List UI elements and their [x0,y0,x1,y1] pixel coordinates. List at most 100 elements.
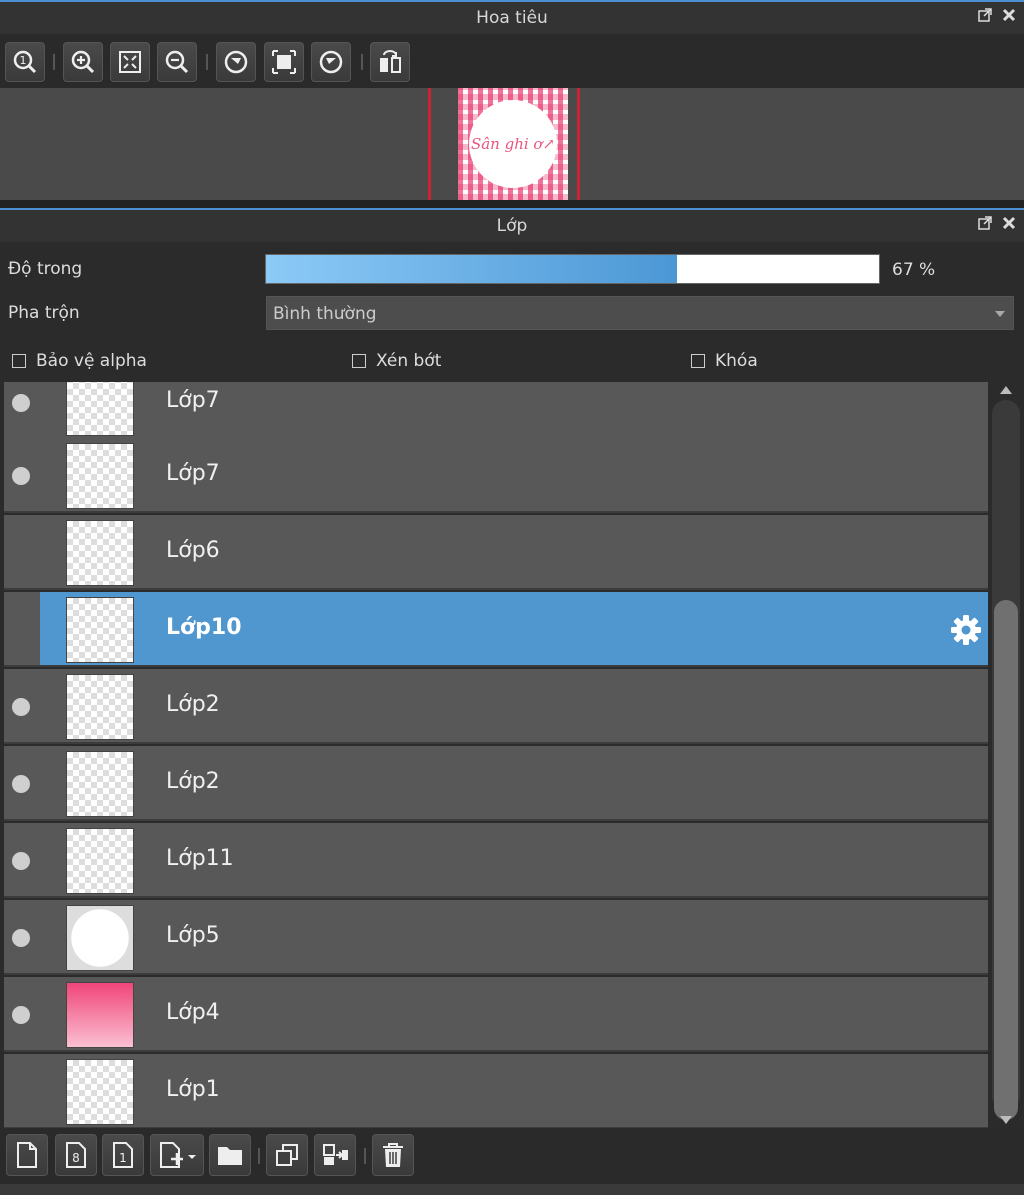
zoom-out-button[interactable] [157,42,197,82]
navigator-thumbnail: Sân ghi ơ↗ [458,88,568,200]
navigator-header: Hoa tiêu [0,0,1024,34]
layer-visibility-cell[interactable] [4,592,40,667]
visibility-icon[interactable] [12,467,30,485]
rotate-right-icon [319,50,343,74]
visibility-icon[interactable] [12,852,30,870]
fit-screen-icon [119,51,141,73]
opacity-fill [266,255,677,283]
layer-name: Lớp5 [166,923,220,948]
new-8bit-layer-button[interactable]: 8 [55,1134,97,1176]
navigator-viewport-frame[interactable]: Sân ghi ơ↗ [428,88,580,200]
rotate-left-icon [224,50,248,74]
layer-thumbnail [66,1059,134,1125]
navigator-view[interactable]: Sân ghi ơ↗ [0,88,1024,200]
layer-row[interactable]: Lớp7 [4,382,988,440]
checkbox-box[interactable] [12,354,26,368]
opacity-value: 67 % [892,260,936,280]
lock-label: Khóa [715,351,758,371]
blend-mode-select[interactable]: Bình thường [266,296,1014,330]
scroll-thumb[interactable] [994,600,1018,1120]
zoom-in-button[interactable] [63,42,103,82]
chevron-down-icon [995,311,1005,317]
layer-row[interactable]: Lớp4 [4,977,988,1052]
duplicate-layer-button[interactable] [266,1134,308,1176]
protect-alpha-label: Bảo vệ alpha [36,351,147,371]
visibility-icon[interactable] [12,394,30,412]
layer-name: Lớp10 [166,615,242,640]
layer-thumbnail [66,597,134,663]
lock-checkbox[interactable]: Khóa [691,351,758,371]
layer-thumbnail [66,443,134,509]
svg-text:1: 1 [119,1151,127,1165]
visibility-icon[interactable] [12,929,30,947]
layer-name: Lớp7 [166,461,220,486]
zoom-actual-icon: 1 [13,50,37,74]
layer-name: Lớp11 [166,846,234,871]
checkbox-box[interactable] [352,354,366,368]
layer-thumbnail [66,905,134,971]
layer-name: Lớp2 [166,769,220,794]
layer-name: Lớp1 [166,1077,220,1102]
blend-mode-label: Pha trộn [8,303,80,323]
layer-name: Lớp4 [166,1000,220,1025]
layer-row[interactable]: Lớp7 [4,438,988,513]
layers-title: Lớp [496,216,528,236]
gear-icon[interactable] [948,612,984,648]
layer-row[interactable]: Lớp2 [4,746,988,821]
visibility-icon[interactable] [12,1006,30,1024]
new-1bit-layer-button[interactable]: 1 [102,1134,144,1176]
new-layer-button[interactable] [6,1134,48,1176]
new-folder-button[interactable] [209,1134,251,1176]
popout-icon[interactable] [978,8,992,22]
flip-horizontal-button[interactable] [370,42,410,82]
layer-row[interactable]: Lớp2 [4,669,988,744]
layer-row[interactable]: Lớp11 [4,823,988,898]
layer-thumbnail [66,751,134,817]
layer-row-selected[interactable]: Lớp10 [40,592,988,667]
layer-scrollbar[interactable] [990,382,1024,1128]
thumbnail-text: Sân ghi ơ↗ [469,100,557,188]
scroll-up-icon[interactable] [1000,386,1012,394]
layer-name: Lớp6 [166,538,220,563]
add-layer-menu-button[interactable] [150,1134,204,1176]
svg-text:8: 8 [72,1151,80,1165]
zoom-in-icon [71,50,95,74]
zoom-out-icon [165,50,189,74]
close-icon[interactable] [1002,216,1016,230]
delete-layer-icon [383,1143,403,1167]
layer-thumbnail [66,520,134,586]
rotate-right-button[interactable] [311,42,351,82]
duplicate-layer-icon [276,1144,298,1166]
new-1bit-layer-icon: 1 [113,1142,133,1168]
popout-icon[interactable] [978,216,992,230]
opacity-slider[interactable] [265,254,880,284]
layer-thumbnail [66,982,134,1048]
blend-mode-value: Bình thường [273,304,377,324]
visibility-icon[interactable] [12,775,30,793]
layer-thumbnail [66,382,134,436]
fit-frame-button[interactable] [264,42,304,82]
rotate-left-button[interactable] [216,42,256,82]
navigator-toolbar: 1 [0,36,1024,88]
folder-icon [218,1147,242,1165]
protect-alpha-checkbox[interactable]: Bảo vệ alpha [12,351,147,371]
merge-layer-icon [323,1144,348,1165]
layers-header: Lớp [0,208,1024,242]
close-icon[interactable] [1002,8,1016,22]
scroll-down-icon[interactable] [1000,1116,1012,1124]
layer-row[interactable]: Lớp1 [4,1054,988,1128]
checkbox-box[interactable] [691,354,705,368]
flip-horizontal-icon [380,50,401,73]
navigator-title: Hoa tiêu [476,8,548,28]
layer-row[interactable]: Lớp6 [4,515,988,590]
layer-row[interactable]: Lớp5 [4,900,988,975]
delete-layer-button[interactable] [372,1134,414,1176]
layer-list[interactable]: Lớp7 Lớp7 Lớp6 Lớp10 Lớp2 Lớp2 Lớp11 Lớp… [0,382,990,1128]
layer-name: Lớp7 [166,388,220,413]
layer-thumbnail [66,828,134,894]
fit-screen-button[interactable] [110,42,150,82]
visibility-icon[interactable] [12,698,30,716]
zoom-actual-button[interactable]: 1 [5,42,45,82]
clipping-checkbox[interactable]: Xén bớt [352,351,441,371]
merge-layer-button[interactable] [314,1134,356,1176]
